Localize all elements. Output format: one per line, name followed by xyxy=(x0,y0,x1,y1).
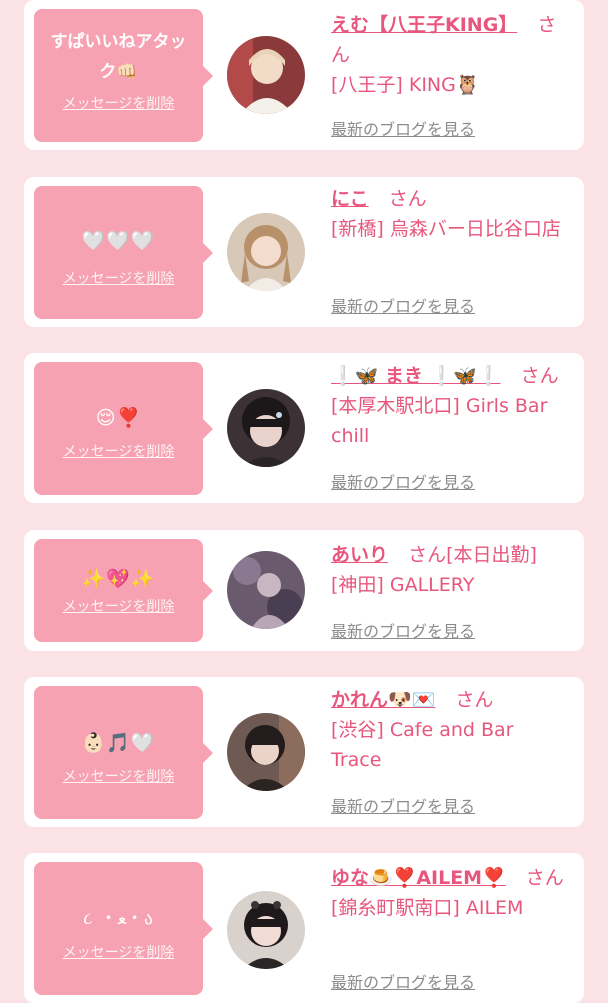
avatar[interactable] xyxy=(227,551,305,629)
message-card: 🤍🤍🤍 メッセージを削除 にこ さん [新橋] 烏森バー日比谷口店 最新のブログ… xyxy=(24,177,584,327)
honorific: さん xyxy=(525,867,564,889)
avatar[interactable] xyxy=(227,713,305,791)
honorific: さん xyxy=(520,365,559,387)
message-bubble: 👶🏻🎵🤍 メッセージを削除 xyxy=(34,686,213,819)
message-text: 😌❣️ xyxy=(95,407,142,429)
message-card: すぱいいねアタック👊🏻 メッセージを削除 えむ【八王子KING】 さん [八王子… xyxy=(24,0,584,150)
cast-info: ゆな🍮❣️AILEM❣️ さん [錦糸町駅南口] AILEM xyxy=(331,863,567,923)
message-bubble: ૮ ・ﻌ・ა メッセージを削除 xyxy=(34,862,213,995)
shop-name: [渋谷] Cafe and Bar Trace xyxy=(331,719,514,771)
honorific: さん xyxy=(455,689,494,711)
shop-name: [錦糸町駅南口] AILEM xyxy=(331,897,524,919)
message-text: ✨💖✨ xyxy=(81,568,156,590)
cast-name-line: ❕🦋 まき ❕🦋❕ さん xyxy=(331,361,567,391)
message-bubble: 😌❣️ メッセージを削除 xyxy=(34,362,213,495)
avatar[interactable] xyxy=(227,36,305,114)
delete-message-link[interactable]: メッセージを削除 xyxy=(44,766,193,786)
message-text: すぱいいねアタック👊🏻 xyxy=(50,32,187,82)
cast-name-line: えむ【八王子KING】 さん xyxy=(331,10,567,70)
message-card: 👶🏻🎵🤍 メッセージを削除 かれん🐶💌 さん [渋谷] Cafe and Bar… xyxy=(24,677,584,827)
latest-blog-link[interactable]: 最新のブログを見る xyxy=(331,293,475,317)
cast-info: あいり さん[本日出勤] [神田] GALLERY xyxy=(331,540,567,600)
message-text: ૮ ・ﻌ・ა xyxy=(83,909,154,929)
cast-info: ❕🦋 まき ❕🦋❕ さん [本厚木駅北口] Girls Bar chill xyxy=(331,361,567,451)
latest-blog-link[interactable]: 最新のブログを見る xyxy=(331,618,475,642)
shop-name: [新橋] 烏森バー日比谷口店 xyxy=(331,218,561,240)
delete-message-link[interactable]: メッセージを削除 xyxy=(44,268,193,288)
cast-name-link[interactable]: あいり xyxy=(331,544,388,566)
cast-name-link[interactable]: にこ xyxy=(331,188,369,210)
avatar[interactable] xyxy=(227,891,305,969)
shop-name: [神田] GALLERY xyxy=(331,574,475,596)
message-bubble: 🤍🤍🤍 メッセージを削除 xyxy=(34,186,213,319)
delete-message-link[interactable]: メッセージを削除 xyxy=(44,93,193,113)
honorific: さん xyxy=(388,188,427,210)
message-bubble: すぱいいねアタック👊🏻 メッセージを削除 xyxy=(34,9,213,142)
latest-blog-link[interactable]: 最新のブログを見る xyxy=(331,469,475,493)
shop-name: [八王子] KING🦉 xyxy=(331,74,480,96)
shop-name: [本厚木駅北口] Girls Bar chill xyxy=(331,395,548,447)
message-text: 🤍🤍🤍 xyxy=(81,230,156,252)
cast-name-link[interactable]: えむ【八王子KING】 xyxy=(331,14,517,36)
cast-info: かれん🐶💌 さん [渋谷] Cafe and Bar Trace xyxy=(331,685,567,775)
message-bubble: ✨💖✨ メッセージを削除 xyxy=(34,539,213,642)
latest-blog-link[interactable]: 最新のブログを見る xyxy=(331,969,475,993)
latest-blog-link[interactable]: 最新のブログを見る xyxy=(331,116,475,140)
message-card: 😌❣️ メッセージを削除 ❕🦋 まき ❕🦋❕ さん [本厚木駅北口] Girls… xyxy=(24,353,584,503)
cast-name-line: にこ さん xyxy=(331,184,567,214)
cast-name-line: ゆな🍮❣️AILEM❣️ さん xyxy=(331,863,567,893)
message-text: 👶🏻🎵🤍 xyxy=(81,732,156,754)
delete-message-link[interactable]: メッセージを削除 xyxy=(44,942,193,962)
honorific: さん[本日出勤] xyxy=(408,544,537,566)
cast-name-link[interactable]: ゆな🍮❣️AILEM❣️ xyxy=(331,867,506,889)
cast-info: えむ【八王子KING】 さん [八王子] KING🦉 xyxy=(331,10,567,100)
cast-name-line: かれん🐶💌 さん xyxy=(331,685,567,715)
cast-info: にこ さん [新橋] 烏森バー日比谷口店 xyxy=(331,184,567,244)
cast-name-link[interactable]: ❕🦋 まき ❕🦋❕ xyxy=(331,365,501,387)
avatar[interactable] xyxy=(227,389,305,467)
cast-name-line: あいり さん[本日出勤] xyxy=(331,540,567,570)
delete-message-link[interactable]: メッセージを削除 xyxy=(44,441,193,461)
avatar[interactable] xyxy=(227,213,305,291)
delete-message-link[interactable]: メッセージを削除 xyxy=(44,596,193,616)
latest-blog-link[interactable]: 最新のブログを見る xyxy=(331,793,475,817)
message-card: ૮ ・ﻌ・ა メッセージを削除 ゆな🍮❣️AILEM❣️ さん [錦糸町駅南口]… xyxy=(24,853,584,1003)
message-card: ✨💖✨ メッセージを削除 あいり さん[本日出勤] [神田] GALLERY 最… xyxy=(24,530,584,651)
cast-name-link[interactable]: かれん🐶💌 xyxy=(331,689,435,711)
